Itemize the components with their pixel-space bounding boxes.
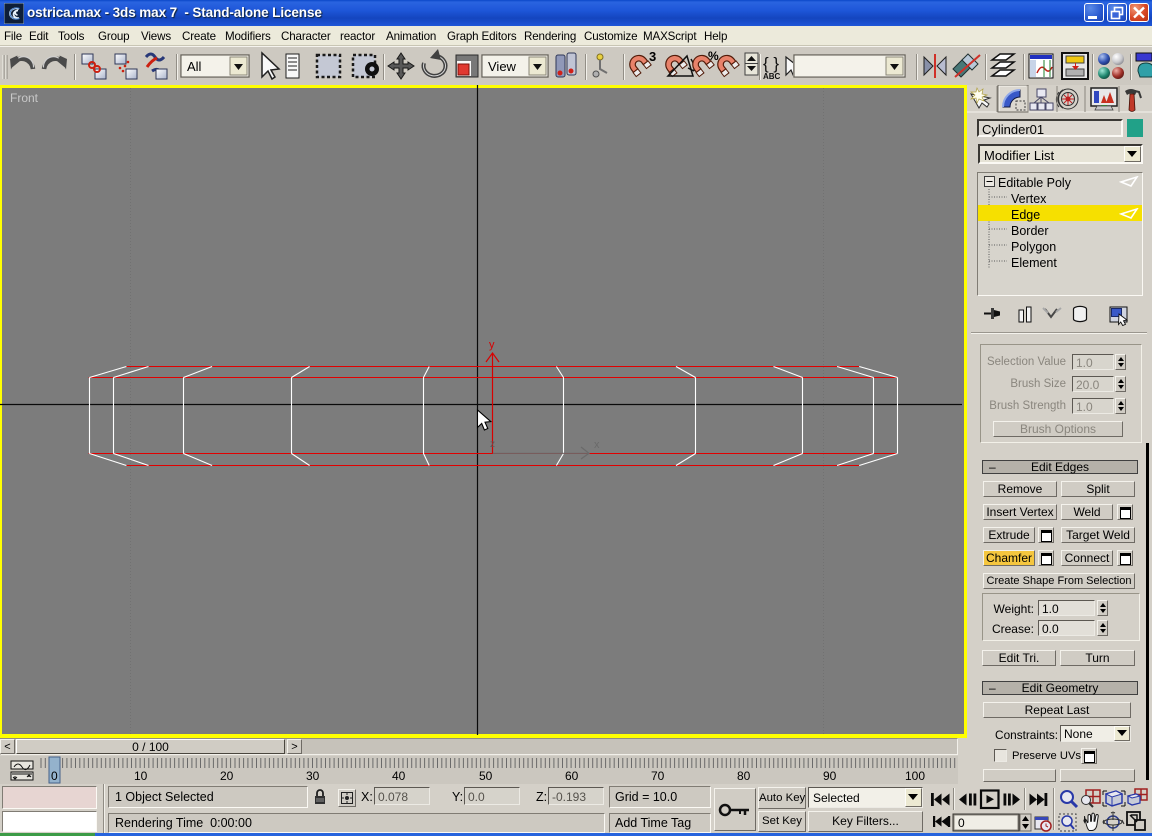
svg-text:70: 70 xyxy=(651,769,665,783)
svg-text:20: 20 xyxy=(220,769,234,783)
svg-text:90: 90 xyxy=(823,769,837,783)
svg-text:100: 100 xyxy=(905,769,925,783)
svg-text:x: x xyxy=(594,439,600,451)
svg-text:10: 10 xyxy=(134,769,148,783)
svg-text:y: y xyxy=(489,339,495,351)
svg-text:z: z xyxy=(490,439,495,450)
svg-text:0: 0 xyxy=(51,769,58,783)
svg-text:30: 30 xyxy=(306,769,320,783)
svg-text:%: % xyxy=(708,49,719,63)
svg-text:ABC: ABC xyxy=(763,72,781,81)
svg-text:{ }: { } xyxy=(763,54,779,73)
svg-text:View: View xyxy=(488,59,517,74)
svg-text:50: 50 xyxy=(479,769,493,783)
svg-text:80: 80 xyxy=(737,769,751,783)
svg-text:60: 60 xyxy=(565,769,579,783)
svg-text:All: All xyxy=(187,59,202,74)
svg-text:0: 0 xyxy=(958,816,965,830)
svg-text:40: 40 xyxy=(392,769,406,783)
svg-text:3: 3 xyxy=(649,49,656,64)
